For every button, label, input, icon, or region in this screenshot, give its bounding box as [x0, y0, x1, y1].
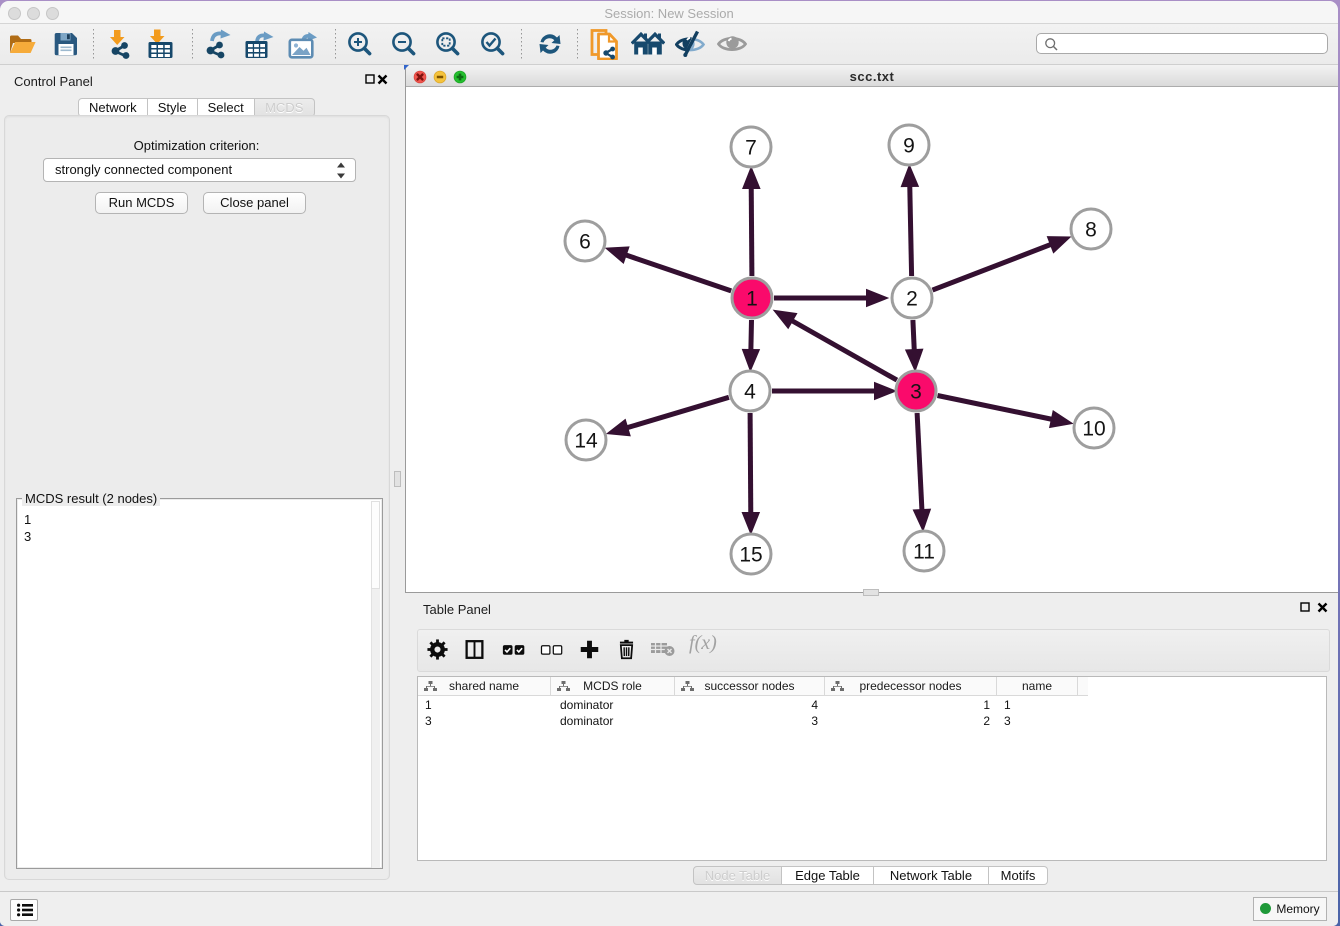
- svg-text:4: 4: [744, 381, 756, 404]
- svg-text:7: 7: [745, 137, 757, 160]
- svg-text:11: 11: [913, 541, 935, 564]
- svg-text:14: 14: [574, 430, 598, 453]
- svg-text:1: 1: [746, 288, 758, 311]
- svg-text:3: 3: [910, 381, 922, 404]
- svg-text:15: 15: [739, 544, 762, 567]
- svg-text:8: 8: [1085, 219, 1097, 242]
- svg-text:2: 2: [906, 288, 918, 311]
- svg-text:10: 10: [1082, 418, 1105, 441]
- svg-text:6: 6: [579, 231, 591, 254]
- svg-text:9: 9: [903, 135, 915, 158]
